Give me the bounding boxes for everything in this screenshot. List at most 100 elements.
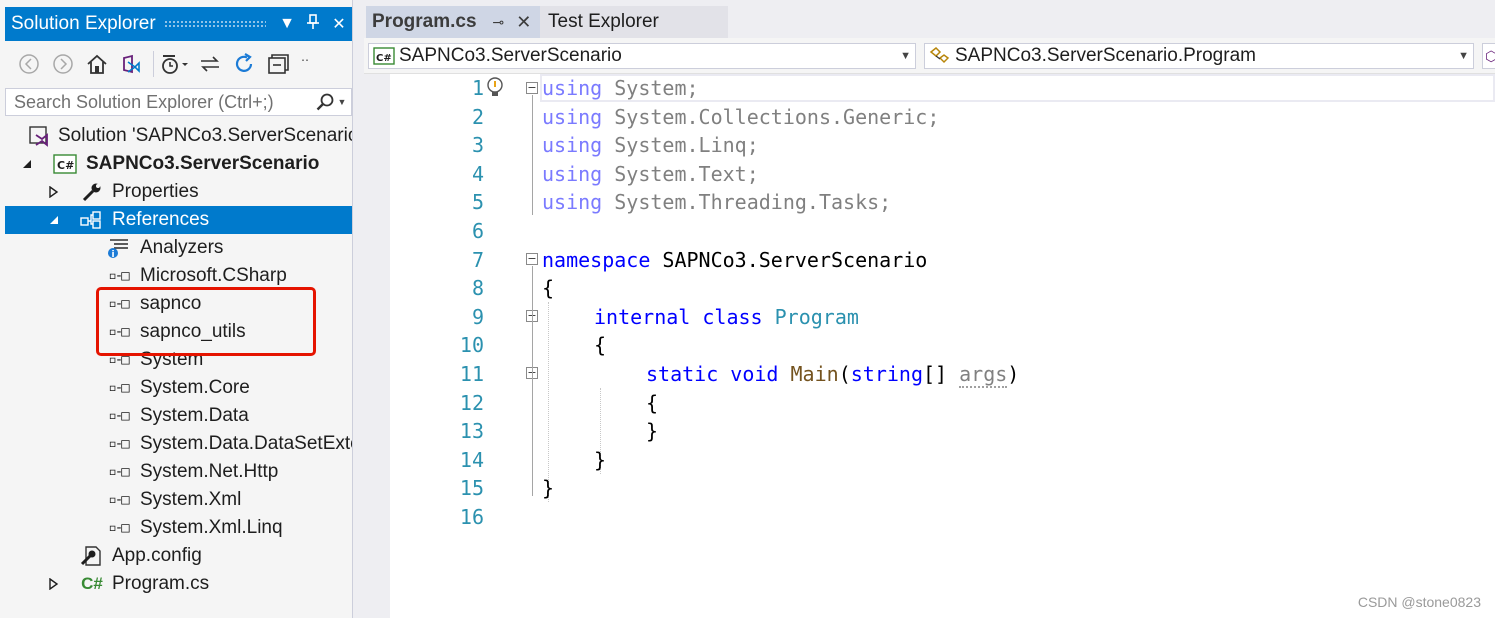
class-icon <box>929 46 951 66</box>
tree-item-app-config[interactable]: App.config <box>5 542 352 570</box>
tree-item-label: References <box>112 209 210 230</box>
tree-item-reference[interactable]: ▫-□ System.Xml <box>5 486 352 514</box>
references-icon <box>80 208 104 232</box>
annotation-highlight-box <box>96 287 316 356</box>
tree-item-label: Program.cs <box>112 573 210 594</box>
tree-item-program-cs[interactable]: C# Program.cs <box>5 570 352 598</box>
switch-views-icon[interactable] <box>115 48 147 80</box>
code-editor: Program.cs ⊸ ✕ Test Explorer C# SAPNCo3.… <box>364 0 1495 618</box>
search-input[interactable] <box>6 91 311 113</box>
outline-line <box>532 266 533 496</box>
code-text-area[interactable]: 1 2 3 4 5 6 7 8 9 10 11 12 13 14 15 16 −… <box>364 74 1495 618</box>
code-type: Program <box>774 304 859 329</box>
code-keyword: void <box>730 362 779 386</box>
code-line: { <box>646 389 658 417</box>
tree-item-properties[interactable]: Properties <box>5 178 352 206</box>
tree-item-label: Solution 'SAPNCo3.ServerScenario <box>58 125 352 146</box>
class-dropdown[interactable]: SAPNCo3.ServerScenario.Program ▼ <box>924 43 1474 69</box>
solution-explorer-titlebar: Solution Explorer ▼ ✕ <box>5 7 352 41</box>
code-text: ( <box>838 362 851 386</box>
line-number: 2 <box>471 104 484 129</box>
csharp-file-icon: C# <box>81 574 103 593</box>
tree-item-analyzers[interactable]: i Analyzers <box>5 234 352 262</box>
pin-icon[interactable] <box>300 13 326 35</box>
collapse-region-icon[interactable]: − <box>526 82 538 94</box>
tree-item-solution[interactable]: Solution 'SAPNCo3.ServerScenario <box>5 122 352 150</box>
member-dropdown[interactable]: ⬡ <box>1482 43 1495 69</box>
code-text: System; <box>602 76 699 100</box>
panel-title: Solution Explorer <box>11 13 156 34</box>
collapse-all-icon[interactable] <box>262 48 294 80</box>
collapsed-arrow-icon[interactable] <box>47 185 61 199</box>
pin-tab-icon[interactable]: ⊸ <box>493 14 505 31</box>
search-options-dropdown-icon[interactable]: ▼ <box>338 97 347 107</box>
line-number: 6 <box>471 219 484 243</box>
assembly-reference-icon: ▫-□ <box>108 492 129 508</box>
project-dropdown[interactable]: C# SAPNCo3.ServerScenario ▼ <box>368 43 916 69</box>
lightbulb-icon[interactable] <box>486 76 504 105</box>
collapsed-arrow-icon[interactable] <box>47 577 61 591</box>
sync-with-active-document-icon[interactable] <box>194 48 226 80</box>
watermark: CSDN @stone0823 <box>1357 594 1481 610</box>
tree-item-reference[interactable]: ▫-□ System.Net.Http <box>5 458 352 486</box>
tree-item-reference[interactable]: ▫-□ System.Data <box>5 402 352 430</box>
line-number: 9 <box>471 304 484 329</box>
panel-splitter[interactable] <box>352 0 364 618</box>
tree-item-references[interactable]: References <box>5 206 352 234</box>
search-icon[interactable]: ▼ <box>311 93 351 111</box>
expanded-arrow-icon[interactable] <box>20 157 34 171</box>
outline-line <box>532 95 533 215</box>
code-keyword: using <box>542 190 603 215</box>
svg-text:C#: C# <box>376 53 392 64</box>
drag-grip[interactable] <box>163 20 266 28</box>
tree-item-label: Analyzers <box>140 237 224 258</box>
tree-item-label: App.config <box>112 545 202 566</box>
tree-item-reference[interactable]: ▫-□ System.Xml.Linq <box>5 514 352 542</box>
back-icon[interactable] <box>13 48 45 80</box>
code-text: } <box>542 476 555 501</box>
line-number: 16 <box>459 505 484 529</box>
code-line: } <box>646 417 658 445</box>
solution-icon <box>27 124 51 148</box>
assembly-reference-icon: ▫-□ <box>108 408 129 424</box>
expanded-arrow-icon[interactable] <box>47 213 61 227</box>
code-keyword: static <box>646 362 719 386</box>
config-file-icon <box>80 544 104 568</box>
refresh-icon[interactable] <box>228 48 260 80</box>
close-tab-icon[interactable]: ✕ <box>516 12 531 33</box>
tab-test-explorer[interactable]: Test Explorer <box>540 6 728 38</box>
forward-icon[interactable] <box>47 48 79 80</box>
code-text: System.Collections.Generic; <box>602 104 940 129</box>
code-text: System.Threading.Tasks; <box>602 190 892 215</box>
code-text: SAPNCo3.ServerScenario <box>650 247 928 272</box>
tree-item-project[interactable]: C# SAPNCo3.ServerScenario <box>5 150 352 178</box>
toolbar-separator <box>153 51 154 77</box>
toolbar-overflow-icon[interactable]: ‥ <box>296 48 314 80</box>
tab-program-cs[interactable]: Program.cs ⊸ ✕ <box>366 6 540 38</box>
analyzers-icon: i <box>106 236 130 260</box>
code-text: System.Linq; <box>602 133 759 158</box>
collapse-region-icon[interactable]: − <box>526 253 538 265</box>
svg-text:i: i <box>112 250 115 260</box>
tab-label: Program.cs <box>372 11 477 32</box>
line-number: 11 <box>459 362 484 386</box>
navigation-bar: C# SAPNCo3.ServerScenario ▼ SAPNCo3.Serv… <box>364 38 1495 74</box>
tree-item-reference[interactable]: ▫-□ Microsoft.CSharp <box>5 262 352 290</box>
assembly-reference-icon: ▫-□ <box>108 436 129 452</box>
line-number: 4 <box>471 161 484 186</box>
tree-item-label: System.Data <box>140 405 249 426</box>
project-dropdown-value: SAPNCo3.ServerScenario <box>399 45 622 66</box>
close-icon[interactable]: ✕ <box>326 14 352 34</box>
code-text: ) <box>1007 362 1020 386</box>
code-keyword: namespace <box>542 247 651 272</box>
tree-item-reference[interactable]: ▫-□ System.Data.DataSetExte <box>5 430 352 458</box>
code-text: [] <box>922 362 960 386</box>
code-keyword: using <box>542 104 603 129</box>
home-icon[interactable] <box>81 48 113 80</box>
code-line: using System.Collections.Generic; <box>542 103 939 131</box>
tree-item-label: Microsoft.CSharp <box>140 265 287 286</box>
window-position-dropdown-icon[interactable]: ▼ <box>274 15 300 33</box>
pending-changes-filter-icon[interactable] <box>160 48 192 80</box>
tree-item-reference[interactable]: ▫-□ System.Core <box>5 374 352 402</box>
chevron-down-icon: ▼ <box>1458 50 1469 62</box>
